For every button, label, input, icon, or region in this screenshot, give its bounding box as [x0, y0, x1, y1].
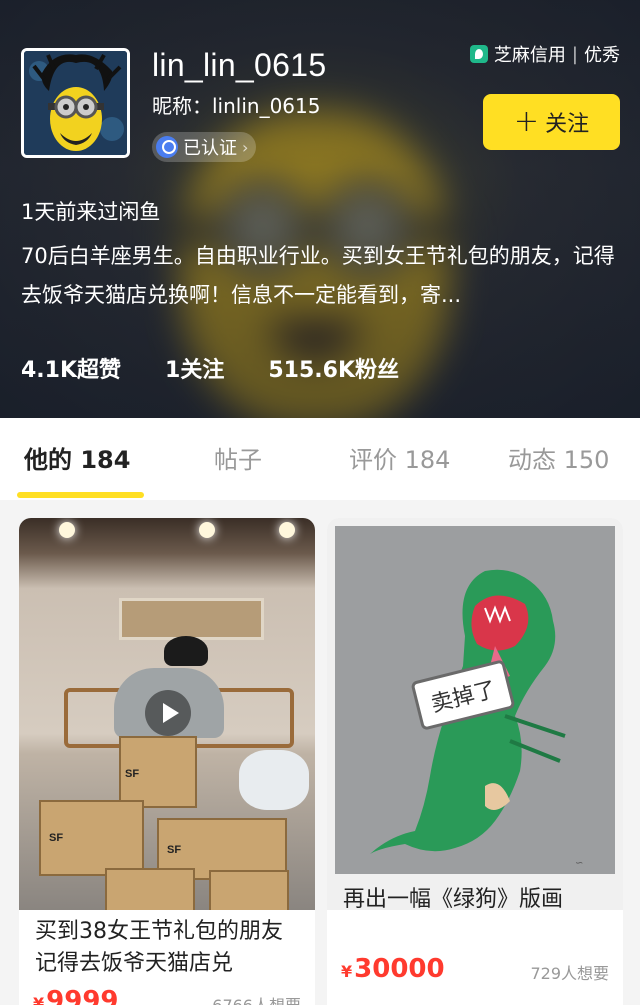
username: lin_lin_0615 [152, 47, 327, 83]
stat-followers[interactable]: 515.6K粉丝 [268, 352, 399, 384]
avatar[interactable] [21, 48, 130, 158]
tab-activity[interactable]: 动态 150 [508, 440, 609, 475]
item-title: 再出一幅《绿狗》版画 [343, 887, 564, 912]
item-title: 买到38女王节礼包的朋友 记得去饭爷天猫店兑 [35, 919, 283, 976]
last-seen: 1天前来过闲鱼 [21, 200, 161, 224]
plus-icon: + [513, 104, 540, 139]
item-video-thumbnail[interactable]: SF SF SF [19, 518, 315, 910]
chevron-right-icon: › [242, 137, 249, 157]
stat-likes[interactable]: 4.1K超赞 [21, 352, 121, 384]
item-image[interactable]: ∽ 卖掉了 [327, 518, 623, 910]
item-price: ¥9999 [33, 986, 119, 1005]
profile-header: lin_lin_0615 昵称：linlin_0615 已认证 › 芝麻信用 |… [0, 0, 640, 418]
tab-items[interactable]: 他的 184 [24, 440, 130, 475]
tab-reviews[interactable]: 评价 184 [349, 440, 450, 475]
credit-level: 优秀 [584, 45, 620, 66]
follow-label: 关注 [545, 112, 590, 137]
verified-label: 已认证 [183, 138, 237, 159]
bio[interactable]: 70后白羊座男生。自由职业行业。买到女王节礼包的朋友，记得去饭爷天猫店兑换啊！信… [21, 237, 621, 315]
tab-posts[interactable]: 帖子 [214, 440, 262, 475]
svg-text:∽: ∽ [575, 858, 583, 869]
item-card[interactable]: SF SF SF 买到38女王节礼包的朋友 记得去饭爷天猫店兑 ¥9999 67… [19, 518, 315, 1005]
item-wants: 729人想要 [530, 964, 609, 983]
shield-user-icon [156, 136, 178, 158]
item-card[interactable]: ∽ 卖掉了 再出一幅《绿狗》版画 ¥30000 729人想要 [327, 518, 623, 1005]
stats-row: 4.1K超赞 1关注 515.6K粉丝 [21, 352, 399, 384]
play-icon[interactable] [145, 690, 191, 736]
nickname: 昵称：linlin_0615 [152, 94, 321, 118]
verified-badge[interactable]: 已认证 › [152, 132, 257, 162]
item-wants: 6766人想要 [212, 992, 301, 1005]
follow-button[interactable]: + 关注 [483, 94, 620, 150]
tab-bar: 他的 184 帖子 评价 184 动态 150 [0, 418, 640, 500]
credit-badge[interactable]: 芝麻信用 | 优秀 [469, 40, 620, 68]
item-price: ¥30000 [341, 954, 445, 984]
tab-indicator [17, 492, 144, 498]
credit-label: 芝麻信用 [493, 45, 566, 66]
stat-following[interactable]: 1关注 [165, 352, 224, 384]
zhima-leaf-icon [469, 45, 488, 63]
